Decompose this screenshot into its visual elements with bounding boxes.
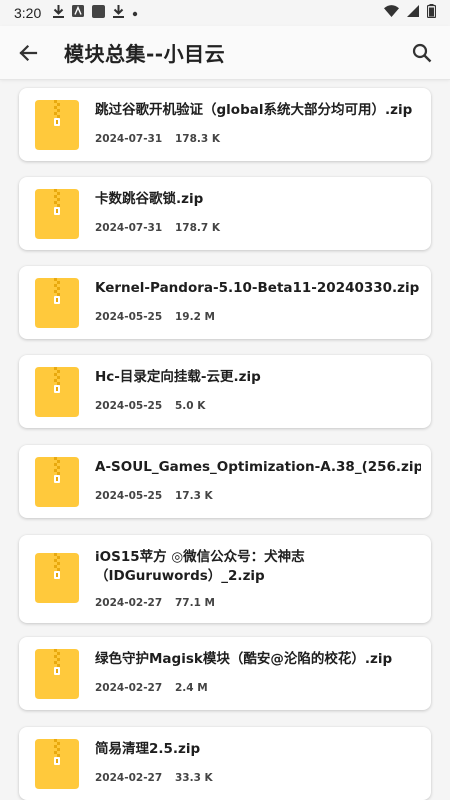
square-app-icon [92,4,106,22]
battery-icon [426,4,437,22]
zip-file-icon [35,739,79,789]
wifi-icon [384,5,399,21]
file-size: 77.1 M [175,597,216,609]
search-button[interactable] [394,26,450,80]
file-card[interactable]: Hc-目录定向挂载-云更.zip 2024-05-25 5.0 K [19,355,431,428]
zip-file-icon [35,367,79,417]
search-icon [412,43,432,62]
file-size: 33.3 K [175,772,213,784]
file-date: 2024-02-27 [95,772,163,784]
file-meta: 2024-02-27 2.4 M [95,682,208,694]
page-title: 模块总集--小目云 [64,42,226,66]
app-notification-icon [72,5,85,21]
file-size: 19.2 M [175,311,216,323]
file-size: 5.0 K [175,400,206,412]
file-card[interactable]: 绿色守护Magisk模块（酷安@沦陷的校花）.zip 2024-02-27 2.… [19,637,431,710]
file-date: 2024-05-25 [95,311,163,323]
zip-file-icon [35,457,79,507]
file-date: 2024-05-25 [95,490,163,502]
file-card[interactable]: 简易清理2.5.zip 2024-02-27 33.3 K [19,727,431,800]
file-meta: 2024-07-31 178.3 K [95,133,220,145]
file-card[interactable]: 卡数跳谷歌锁.zip 2024-07-31 178.7 K [19,177,431,250]
file-name: 简易清理2.5.zip [95,741,201,757]
file-size: 2.4 M [175,682,208,694]
file-size: 17.3 K [175,490,213,502]
file-name: A-SOUL_Games_Optimization-A.38_(256.zip [95,459,421,475]
file-meta: 2024-07-31 178.7 K [95,222,220,234]
file-meta: 2024-05-25 19.2 M [95,311,215,323]
file-date: 2024-05-25 [95,400,163,412]
zip-file-icon [35,649,79,699]
back-button[interactable] [0,26,56,80]
file-meta: 2024-02-27 77.1 M [95,597,215,609]
file-name: 跳过谷歌开机验证（global系统大部分均可用）.zip [95,102,413,118]
file-meta: 2024-05-25 17.3 K [95,490,213,502]
file-size: 178.3 K [175,133,221,145]
file-name: iOS15苹方 ◎微信公众号：犬神志（IDGuruwords）_2.zip [95,549,305,584]
file-date: 2024-02-27 [95,597,163,609]
file-name: Hc-目录定向挂载-云更.zip [95,369,261,385]
status-time: 3:20 [14,5,42,21]
zip-file-icon [35,100,79,150]
file-name: 卡数跳谷歌锁.zip [95,191,204,207]
zip-file-icon [35,553,79,603]
app-bar: 模块总集--小目云 [0,26,450,80]
file-date: 2024-07-31 [95,133,163,145]
status-bar: 3:20 [0,0,450,26]
arrow-back-icon [19,44,38,61]
cellular-icon [407,5,419,21]
download-icon [113,4,125,22]
file-size: 178.7 K [175,222,221,234]
file-list: 跳过谷歌开机验证（global系统大部分均可用）.zip 2024-07-31 … [0,80,450,800]
file-name: 绿色守护Magisk模块（酷安@沦陷的校花）.zip [95,651,393,667]
status-right [384,4,437,22]
file-card[interactable]: 跳过谷歌开机验证（global系统大部分均可用）.zip 2024-07-31 … [19,88,431,161]
file-meta: 2024-05-25 5.0 K [95,400,205,412]
file-name: Kernel-Pandora-5.10-Beta11-20240330.zip [95,280,420,296]
file-card[interactable]: iOS15苹方 ◎微信公众号：犬神志（IDGuruwords）_2.zip 20… [19,535,431,623]
file-card[interactable]: A-SOUL_Games_Optimization-A.38_(256.zip … [19,445,431,518]
file-date: 2024-07-31 [95,222,163,234]
zip-file-icon [35,278,79,328]
file-meta: 2024-02-27 33.3 K [95,772,213,784]
file-date: 2024-02-27 [95,682,163,694]
file-card[interactable]: Kernel-Pandora-5.10-Beta11-20240330.zip … [19,266,431,339]
status-left: 3:20 [14,4,138,22]
download-icon [53,4,65,22]
zip-file-icon [35,189,79,239]
dot-icon [132,6,138,21]
